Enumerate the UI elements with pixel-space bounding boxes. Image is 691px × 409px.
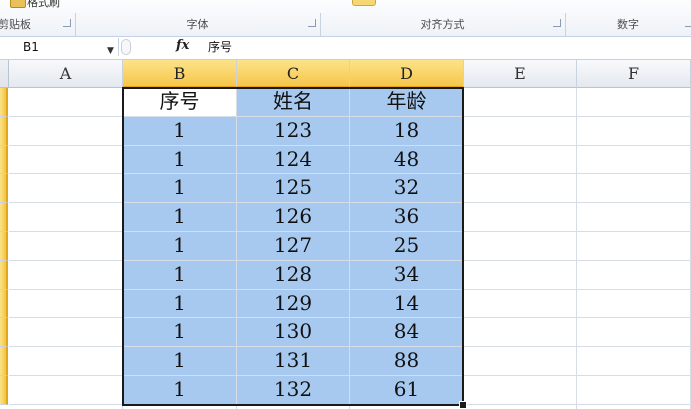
header-cell[interactable]: 姓名 <box>237 88 349 116</box>
column-header-a[interactable]: A <box>9 60 123 88</box>
gridline-vertical <box>576 88 577 409</box>
clipboard-launcher-icon[interactable] <box>63 19 71 27</box>
table-cell[interactable]: 125 <box>237 174 349 203</box>
name-box[interactable]: B1 ▼ <box>0 38 119 56</box>
table-cell[interactable]: 124 <box>237 145 349 174</box>
format-painter-button[interactable]: 格式刷 <box>27 0 60 10</box>
table-cell[interactable]: 128 <box>237 260 349 289</box>
row-header[interactable] <box>0 145 8 175</box>
column-header-b[interactable]: B <box>123 60 237 88</box>
font-launcher-icon[interactable] <box>308 19 316 27</box>
row-header[interactable] <box>0 347 8 376</box>
row-header[interactable] <box>0 174 8 204</box>
row-header[interactable] <box>0 203 8 232</box>
table-cell[interactable]: 84 <box>350 318 463 347</box>
column-header-c[interactable]: C <box>237 60 350 88</box>
fill-handle[interactable] <box>459 400 467 409</box>
table-cell[interactable]: 1 <box>123 376 236 404</box>
table-cell[interactable]: 1 <box>123 232 236 260</box>
column-header-e[interactable]: E <box>464 60 577 88</box>
table-cell[interactable]: 131 <box>237 347 349 375</box>
table-cell[interactable]: 1 <box>123 347 236 375</box>
column-header-f[interactable]: F <box>577 60 691 88</box>
table-cell[interactable]: 32 <box>350 174 463 203</box>
formula-input[interactable]: 序号 <box>208 38 232 56</box>
highlight-button[interactable] <box>352 0 376 6</box>
ribbon-group-font: 字体 <box>75 13 321 36</box>
table-cell[interactable]: 1 <box>123 145 236 174</box>
row-header[interactable] <box>0 318 8 348</box>
table-cell[interactable]: 36 <box>350 203 463 231</box>
row-header[interactable] <box>0 88 8 117</box>
table-cell[interactable]: 61 <box>350 376 463 404</box>
table-cell[interactable]: 127 <box>237 232 349 260</box>
table-cell[interactable]: 34 <box>350 260 463 289</box>
table-cell[interactable]: 18 <box>350 116 463 145</box>
table-cell[interactable]: 1 <box>123 289 236 318</box>
alignment-launcher-icon[interactable] <box>553 19 561 27</box>
table-cell[interactable]: 132 <box>237 376 349 404</box>
ribbon-group-clipboard: 剪贴板 <box>0 13 76 36</box>
formula-bar-splitter[interactable] <box>121 39 131 55</box>
worksheet-grid[interactable]: A B C D E F 序号 姓名 年龄 1 123 18 1 124 48 1 125 32 1 126 36 1 127… <box>0 60 691 409</box>
table-cell[interactable]: 1 <box>123 260 236 289</box>
column-header-d[interactable]: D <box>350 60 464 88</box>
row-header[interactable] <box>0 232 8 261</box>
header-cell[interactable]: 序号 <box>123 88 236 116</box>
table-cell[interactable]: 123 <box>237 116 349 145</box>
format-painter-icon[interactable] <box>10 0 26 8</box>
header-cell[interactable]: 年龄 <box>350 88 463 116</box>
table-cell[interactable]: 48 <box>350 145 463 174</box>
table-cell[interactable]: 130 <box>237 318 349 347</box>
row-header[interactable] <box>0 116 8 146</box>
row-header[interactable] <box>0 289 8 319</box>
select-all-corner[interactable] <box>0 60 9 88</box>
chevron-down-icon[interactable]: ▼ <box>107 42 114 60</box>
table-cell[interactable]: 1 <box>123 318 236 347</box>
table-cell[interactable]: 14 <box>350 289 463 318</box>
gridline-vertical <box>463 88 464 409</box>
table-cell[interactable]: 88 <box>350 347 463 375</box>
table-cell[interactable]: 1 <box>123 174 236 203</box>
insert-function-icon[interactable]: fx <box>176 38 189 53</box>
ribbon-group-number: 数字 <box>565 13 691 36</box>
gridline-horizontal <box>9 403 691 405</box>
ribbon: 格式刷 剪贴板 字体 对齐方式 数字 <box>0 0 691 37</box>
formula-bar: B1 ▼ fx 序号 <box>0 37 691 60</box>
table-cell[interactable]: 1 <box>123 116 236 145</box>
table-cell[interactable]: 25 <box>350 232 463 260</box>
table-cell[interactable]: 1 <box>123 203 236 231</box>
number-launcher-icon[interactable] <box>685 19 691 27</box>
table-cell[interactable]: 126 <box>237 203 349 231</box>
group-label-number: 数字 <box>617 18 639 31</box>
ribbon-group-alignment: 对齐方式 <box>320 13 566 36</box>
group-label-font: 字体 <box>186 18 209 31</box>
ribbon-controls: 格式刷 <box>0 0 691 13</box>
name-box-value: B1 <box>23 40 39 54</box>
row-header[interactable] <box>0 376 8 405</box>
group-label-alignment: 对齐方式 <box>420 18 465 31</box>
row-header[interactable] <box>0 260 8 290</box>
table-cell[interactable]: 129 <box>237 289 349 318</box>
